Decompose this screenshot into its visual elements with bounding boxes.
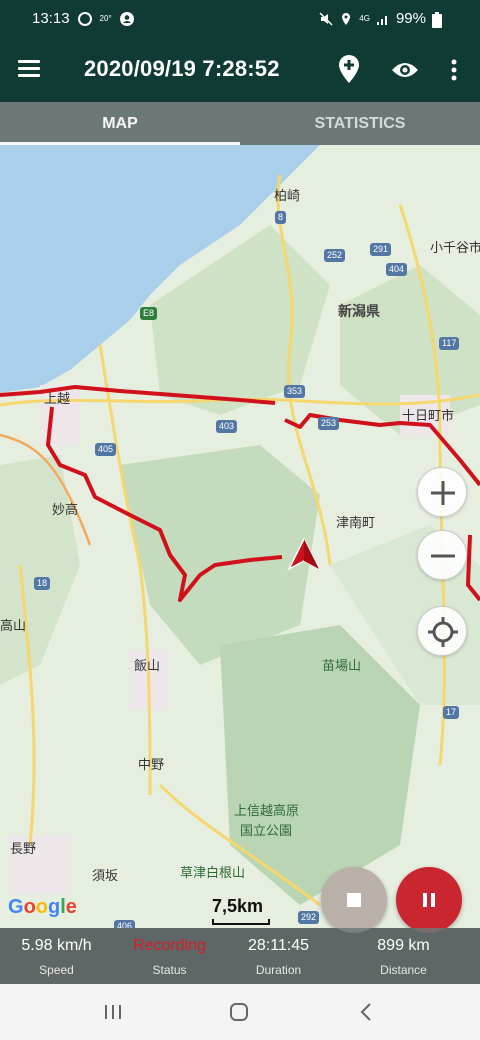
road-number: E8 bbox=[140, 307, 158, 320]
recents-icon bbox=[105, 1005, 121, 1019]
home-button[interactable] bbox=[224, 998, 254, 1026]
overflow-icon bbox=[451, 59, 457, 81]
status-bar: 13:13 20° 4G 99% bbox=[0, 0, 480, 38]
place-label: 新潟県 bbox=[338, 303, 380, 319]
road-number: 291 bbox=[370, 243, 392, 256]
menu-icon-line bbox=[18, 74, 40, 77]
speed-label: Speed bbox=[39, 963, 74, 977]
battery-percent: 99% bbox=[395, 10, 426, 27]
duration-value: 28:11:45 bbox=[247, 937, 310, 954]
pause-icon-bar bbox=[431, 893, 435, 907]
back-button[interactable] bbox=[352, 998, 382, 1026]
road-number: 17 bbox=[443, 706, 460, 719]
road-number: 404 bbox=[386, 263, 408, 276]
system-nav-bar bbox=[0, 984, 480, 1040]
road-number: 117 bbox=[439, 337, 460, 350]
add-marker-icon bbox=[339, 55, 359, 83]
tab-bar: MAP STATISTICS bbox=[0, 102, 480, 145]
road-number: 18 bbox=[34, 577, 51, 590]
status-label: Status bbox=[152, 963, 187, 977]
road-number: 252 bbox=[324, 249, 346, 262]
road-number: 8 bbox=[275, 211, 287, 224]
place-label: 飯山 bbox=[134, 658, 161, 673]
menu-icon-line bbox=[18, 67, 40, 70]
home-icon bbox=[230, 1003, 248, 1021]
stat-distance: 899 km Distance bbox=[347, 928, 460, 977]
place-label: 苗場山 bbox=[322, 658, 362, 673]
road-number: 405 bbox=[95, 443, 117, 456]
my-location-button[interactable] bbox=[417, 606, 467, 656]
record-indicator-icon bbox=[77, 11, 92, 26]
place-label: 小千谷市 bbox=[430, 240, 480, 255]
zoom-in-icon bbox=[431, 481, 455, 505]
place-label: 中野 bbox=[138, 757, 165, 772]
road-number: 403 bbox=[216, 420, 238, 433]
overflow-menu-button[interactable] bbox=[446, 56, 462, 84]
tab-indicator bbox=[0, 142, 240, 145]
track-title: 2020/09/19 7:28:52 bbox=[84, 56, 280, 81]
stop-recording-button[interactable] bbox=[321, 867, 387, 933]
zoom-out-button[interactable] bbox=[417, 530, 467, 580]
location-icon bbox=[339, 12, 353, 26]
stat-speed: 5.98 km/h Speed bbox=[0, 928, 113, 977]
clock: 13:13 bbox=[32, 10, 70, 27]
back-icon bbox=[360, 1003, 371, 1021]
current-position-icon bbox=[287, 537, 321, 571]
road-number: 253 bbox=[318, 417, 340, 430]
place-label: 高山 bbox=[0, 618, 27, 633]
add-marker-button[interactable] bbox=[336, 54, 362, 84]
place-label: 須坂 bbox=[92, 868, 119, 883]
stat-status: Recording Status bbox=[113, 928, 226, 977]
stop-icon bbox=[347, 893, 361, 907]
speed-value: 5.98 km/h bbox=[21, 937, 92, 954]
road-number: 353 bbox=[284, 385, 306, 398]
stat-duration: 28:11:45 Duration bbox=[222, 928, 335, 977]
menu-icon bbox=[18, 60, 40, 63]
map-scale-bar bbox=[212, 919, 270, 925]
mute-icon bbox=[319, 11, 333, 26]
google-logo: Google bbox=[8, 896, 77, 918]
road-number: 406 bbox=[114, 920, 136, 928]
pause-icon bbox=[423, 893, 427, 907]
zoom-in-button[interactable] bbox=[417, 467, 467, 517]
tab-map[interactable]: MAP bbox=[0, 102, 240, 145]
zoom-out-icon bbox=[431, 554, 455, 558]
app-bar: 2020/09/19 7:28:52 bbox=[0, 38, 480, 102]
network-type: 4G bbox=[359, 14, 370, 23]
place-label: 津南町 bbox=[336, 515, 376, 530]
place-label: 草津白根山 bbox=[180, 865, 246, 880]
visibility-button[interactable] bbox=[390, 56, 420, 84]
tab-statistics[interactable]: STATISTICS bbox=[240, 102, 480, 145]
place-label: 十日町市 bbox=[402, 408, 455, 423]
place-label: 国立公園 bbox=[240, 823, 293, 838]
menu-button[interactable] bbox=[18, 56, 46, 84]
stats-bar: 5.98 km/h Speed Recording Status 28:11:4… bbox=[0, 928, 480, 984]
place-label: 柏崎 bbox=[274, 188, 301, 203]
account-icon bbox=[119, 11, 134, 26]
weather-icon: 20° bbox=[99, 13, 112, 23]
battery-icon bbox=[432, 11, 446, 28]
place-label: 上越 bbox=[44, 391, 71, 406]
distance-label: Distance bbox=[380, 963, 427, 977]
road-number: 292 bbox=[298, 911, 320, 924]
recents-button[interactable] bbox=[98, 998, 128, 1026]
map-view[interactable]: 柏崎 小千谷市 新潟県 上越 十日町市 妙高 津南町 高山 飯山 苗場山 中野 … bbox=[0, 145, 480, 928]
status-value: Recording bbox=[133, 937, 206, 954]
place-label: 長野 bbox=[10, 841, 37, 856]
visibility-icon bbox=[392, 63, 418, 77]
place-label: 妙高 bbox=[52, 502, 79, 517]
place-label: 上信越高原 bbox=[234, 803, 300, 818]
map-scale-label: 7,5km bbox=[212, 896, 264, 916]
distance-value: 899 km bbox=[377, 937, 430, 954]
signal-icon bbox=[376, 12, 390, 26]
duration-label: Duration bbox=[255, 963, 302, 977]
my-location-icon bbox=[428, 617, 458, 647]
pause-recording-button[interactable] bbox=[396, 867, 462, 933]
